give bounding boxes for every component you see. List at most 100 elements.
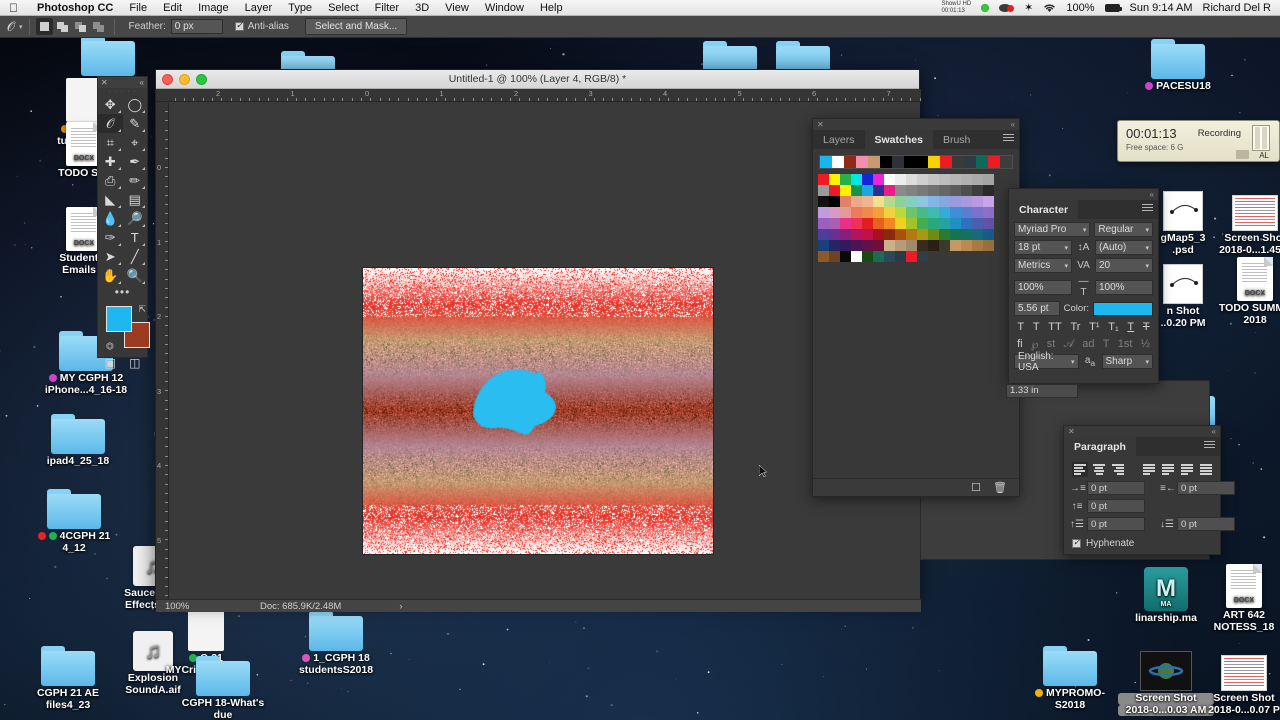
color-swatch[interactable] [961,240,972,251]
hyphenate-checkbox[interactable]: Hyphenate [1064,531,1220,549]
battery-icon[interactable] [1100,3,1125,12]
color-swatch[interactable] [961,218,972,229]
clone-stamp-tool[interactable]: ⎙ [98,171,123,190]
color-swatch[interactable] [829,185,840,196]
close-icon[interactable]: ✕ [817,120,824,129]
tab-brush[interactable]: Brush [933,130,980,149]
color-swatch[interactable] [939,240,950,251]
battery-percent[interactable]: 100% [1061,0,1099,16]
text-color-swatch[interactable] [1093,301,1153,316]
color-swatch[interactable] [818,174,829,185]
color-swatch[interactable] [906,207,917,218]
spacing-row[interactable]: ↑☰ ↓☰ [1064,513,1235,531]
menu-view[interactable]: View [437,2,477,14]
recent-swatch[interactable] [976,156,988,168]
blur-tool[interactable]: 💧 [98,209,123,228]
justify-last-left-button[interactable] [1141,462,1157,477]
font-family-select[interactable]: Myriad Pro ▾ [1014,222,1091,237]
color-swatch[interactable] [961,207,972,218]
collapse-icon[interactable]: « [1212,427,1216,436]
color-swatch[interactable] [895,218,906,229]
color-swatch[interactable] [950,218,961,229]
color-swatch[interactable] [906,240,917,251]
color-swatch[interactable] [906,196,917,207]
tab-character[interactable]: Character [1009,200,1079,219]
color-swatch[interactable] [840,207,851,218]
collapse-icon[interactable]: « [140,78,144,87]
recent-swatch[interactable] [868,156,880,168]
tab-swatches[interactable]: Swatches [864,130,933,149]
paragraph-panel-header[interactable]: ✕ « [1064,426,1220,437]
color-swatch[interactable] [895,207,906,218]
space-after-field[interactable] [1176,517,1235,531]
add-to-selection-button[interactable] [54,18,71,35]
showu-recording-widget[interactable]: 00:01:13 Free space: 6 G Recording AL [1117,120,1280,162]
color-swatch[interactable] [972,240,983,251]
paragraph-panel-tabs[interactable]: Paragraph [1064,437,1220,456]
document-window[interactable]: Untitled-1 @ 100% (Layer 4, RGB/8) * 210… [155,69,921,612]
color-swatch[interactable] [950,207,961,218]
color-swatch[interactable] [906,251,917,262]
color-picker-swatches[interactable]: ⇱ ⏣ [106,304,150,352]
menu-filter[interactable]: Filter [367,2,407,14]
font-size-field[interactable]: 18 pt ▾ [1014,240,1072,255]
color-swatch[interactable] [884,229,895,240]
color-swatch[interactable] [895,196,906,207]
color-swatch[interactable] [895,240,906,251]
recent-swatch[interactable] [940,156,952,168]
color-swatch[interactable] [928,229,939,240]
color-swatch[interactable] [829,196,840,207]
select-and-mask-button[interactable]: Select and Mask... [304,18,408,35]
panel-menu-icon[interactable] [1142,204,1153,213]
color-swatch[interactable] [840,251,851,262]
baseline-color-row[interactable]: 5.56 pt Color: [1009,298,1158,316]
font-style-button-3[interactable]: Tr [1070,321,1080,333]
close-icon[interactable]: ✕ [1068,427,1075,436]
tab-layers[interactable]: Layers [813,130,865,149]
color-swatch[interactable] [950,174,961,185]
kerning-field[interactable]: Metrics ▾ [1014,258,1072,273]
scale-row[interactable]: 100% —T 100% [1009,273,1158,298]
vertical-ruler[interactable]: 012345 [156,102,169,601]
intersect-selection-button[interactable] [90,18,107,35]
color-swatch[interactable] [840,218,851,229]
recent-swatch[interactable] [1000,156,1012,168]
color-swatch[interactable] [862,174,873,185]
color-swatch[interactable] [972,196,983,207]
color-swatch[interactable] [862,240,873,251]
font-style-button-4[interactable]: T¹ [1089,321,1099,333]
color-swatch[interactable] [928,207,939,218]
color-swatch[interactable] [829,218,840,229]
color-swatch[interactable] [862,218,873,229]
delete-swatch-icon[interactable]: 🗑 [993,481,1007,494]
color-swatch[interactable] [840,229,851,240]
font-style-button-0[interactable]: T [1017,321,1024,333]
color-swatch[interactable] [851,218,862,229]
color-swatch[interactable] [818,240,829,251]
color-swatch[interactable] [851,229,862,240]
alignment-buttons[interactable] [1064,456,1220,477]
color-swatch[interactable] [884,240,895,251]
cgph-18-whats-due-folder[interactable]: CGPH 18-What's due [175,650,271,720]
color-swatch[interactable] [829,207,840,218]
color-swatch[interactable] [818,196,829,207]
line-tool[interactable]: ╱ [123,247,148,266]
recent-swatch[interactable] [964,156,976,168]
color-swatch[interactable] [884,207,895,218]
menu-layer[interactable]: Layer [237,2,281,14]
tools-panel-header[interactable]: ✕ « [98,77,147,88]
color-swatch[interactable] [851,185,862,196]
color-swatch[interactable] [873,196,884,207]
color-swatch[interactable] [917,240,928,251]
opentype-button-5[interactable]: T [1103,338,1110,351]
path-selection-tool[interactable]: ➤ [98,247,123,266]
recent-swatch[interactable] [844,156,856,168]
dodge-tool[interactable]: 🔎 [123,209,148,228]
screen-shot-007p[interactable]: Screen Shot 2018-0...0.07 P [1196,645,1280,716]
color-swatch[interactable] [829,174,840,185]
color-swatch[interactable] [939,185,950,196]
color-swatch[interactable] [928,240,939,251]
tools-panel-footer[interactable]: ▣ ◫ [98,352,147,370]
color-swatch[interactable] [862,185,873,196]
record-camera-icon[interactable] [994,3,1019,13]
